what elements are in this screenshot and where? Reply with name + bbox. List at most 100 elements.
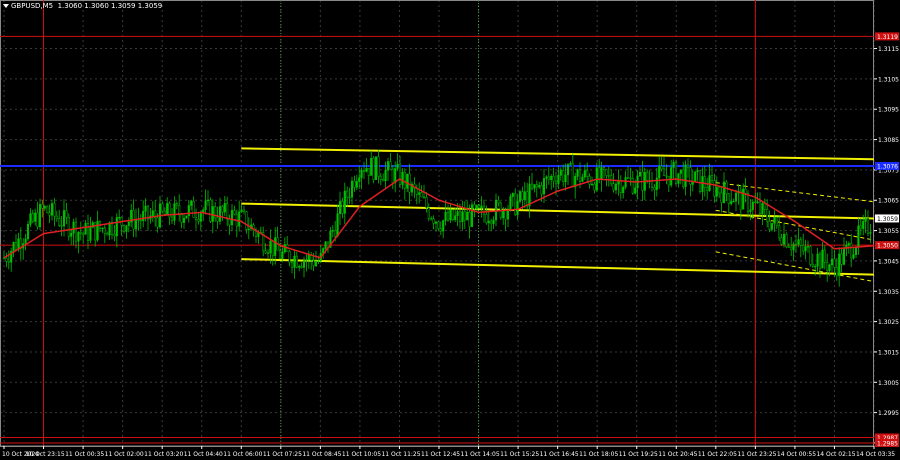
chart-header: GBPUSD,M5 1.3060 1.3060 1.3059 1.3059 (3, 2, 162, 10)
candle-body (792, 243, 795, 250)
candle-body (490, 220, 493, 224)
candle-body (547, 176, 550, 180)
candle-body (562, 170, 565, 182)
candle-body (754, 201, 757, 204)
candle-body (571, 163, 574, 188)
candle-body (742, 188, 745, 210)
candle-body (718, 187, 721, 194)
candle-body (850, 243, 853, 259)
candle-body (295, 255, 298, 268)
x-tick-label: 11 Oct 22:05 (698, 451, 737, 458)
price-chart[interactable]: 1.31151.31051.30951.30851.30751.30651.30… (0, 0, 900, 460)
candle-body (298, 266, 301, 268)
candle-body (828, 264, 831, 271)
candle-body (274, 237, 277, 256)
x-tick-label: 11 Oct 03:20 (144, 451, 183, 458)
candle-body (170, 216, 174, 221)
candle-body (653, 187, 656, 190)
candle-body (173, 203, 176, 221)
x-tick-label: 10 Oct 23:15 (26, 451, 65, 458)
candle-body (475, 205, 478, 210)
candle-body (456, 211, 459, 216)
candle-body (590, 183, 594, 186)
y-tick-label: 1.2995 (878, 410, 899, 417)
candle-body (701, 176, 704, 192)
candle-body (686, 164, 690, 168)
candle-body (86, 222, 90, 241)
candle-body (79, 231, 82, 234)
candle-body (468, 211, 471, 227)
candle-body (492, 219, 495, 224)
candle-body (682, 169, 685, 187)
candle-body (857, 225, 860, 248)
candle-body (862, 221, 865, 229)
candle-body (432, 218, 435, 224)
candle-body (470, 204, 474, 227)
candle-body (758, 201, 762, 215)
dropdown-triangle-icon[interactable] (3, 4, 9, 8)
candle-body (806, 246, 810, 248)
candle-body (540, 185, 543, 195)
candle-body (557, 175, 560, 185)
candle-body (821, 249, 824, 269)
candle-body (156, 217, 159, 228)
y-tick-label: 1.3025 (878, 319, 899, 326)
x-tick-label: 11 Oct 12:45 (421, 451, 460, 458)
candle-body (408, 173, 411, 193)
candle-body (55, 215, 58, 219)
candle-body (374, 156, 378, 180)
candle-body (766, 209, 769, 222)
candle-body (581, 176, 584, 182)
candle-body (864, 217, 867, 222)
candle-body (185, 215, 188, 219)
candle-body (7, 260, 10, 263)
candle-body (751, 201, 754, 211)
candle-body (110, 222, 114, 235)
x-tick-label: 11 Oct 23:25 (737, 451, 776, 458)
candle-body (761, 203, 764, 215)
candle-body (816, 253, 819, 267)
candle-body (746, 192, 750, 212)
candle-body (427, 207, 430, 219)
candle-body (127, 221, 130, 226)
candle-body (516, 201, 519, 215)
price-label-text: 1.3076 (877, 163, 898, 170)
candle-body (706, 187, 709, 191)
candle-body (401, 171, 404, 185)
y-tick-label: 1.3045 (878, 258, 899, 265)
candle-body (859, 225, 862, 229)
candle-body (65, 210, 68, 218)
candle-body (43, 206, 46, 209)
candle-body (670, 167, 673, 186)
candle-body (646, 172, 649, 181)
candle-body (466, 211, 469, 221)
x-tick-label: 11 Oct 19:25 (619, 451, 658, 458)
candle-body (528, 183, 531, 207)
candle-body (749, 209, 752, 212)
candle-body (41, 204, 44, 209)
x-tick-label: 11 Oct 11:25 (381, 451, 420, 458)
candle-body (46, 206, 49, 214)
candle-body (703, 176, 706, 188)
candle-body (732, 201, 735, 203)
candle-body (230, 210, 234, 226)
candle-body (818, 253, 822, 269)
y-tick-label: 1.3035 (878, 289, 899, 296)
candle-body (514, 193, 517, 215)
candle-body (662, 168, 666, 176)
candle-body (418, 192, 421, 195)
candle-body (734, 192, 738, 202)
y-tick-label: 1.3105 (878, 76, 899, 83)
candle-body (307, 254, 310, 261)
candle-body (660, 166, 663, 170)
candle-body (101, 227, 104, 230)
candle-body (338, 201, 342, 214)
x-tick-label: 11 Oct 06:00 (223, 451, 262, 458)
candle-body (209, 199, 212, 222)
candle-body (377, 156, 380, 177)
candle-body (847, 243, 850, 246)
candle-body (358, 177, 361, 182)
candle-body (722, 181, 726, 203)
candle-body (696, 170, 699, 172)
candle-body (72, 221, 75, 234)
